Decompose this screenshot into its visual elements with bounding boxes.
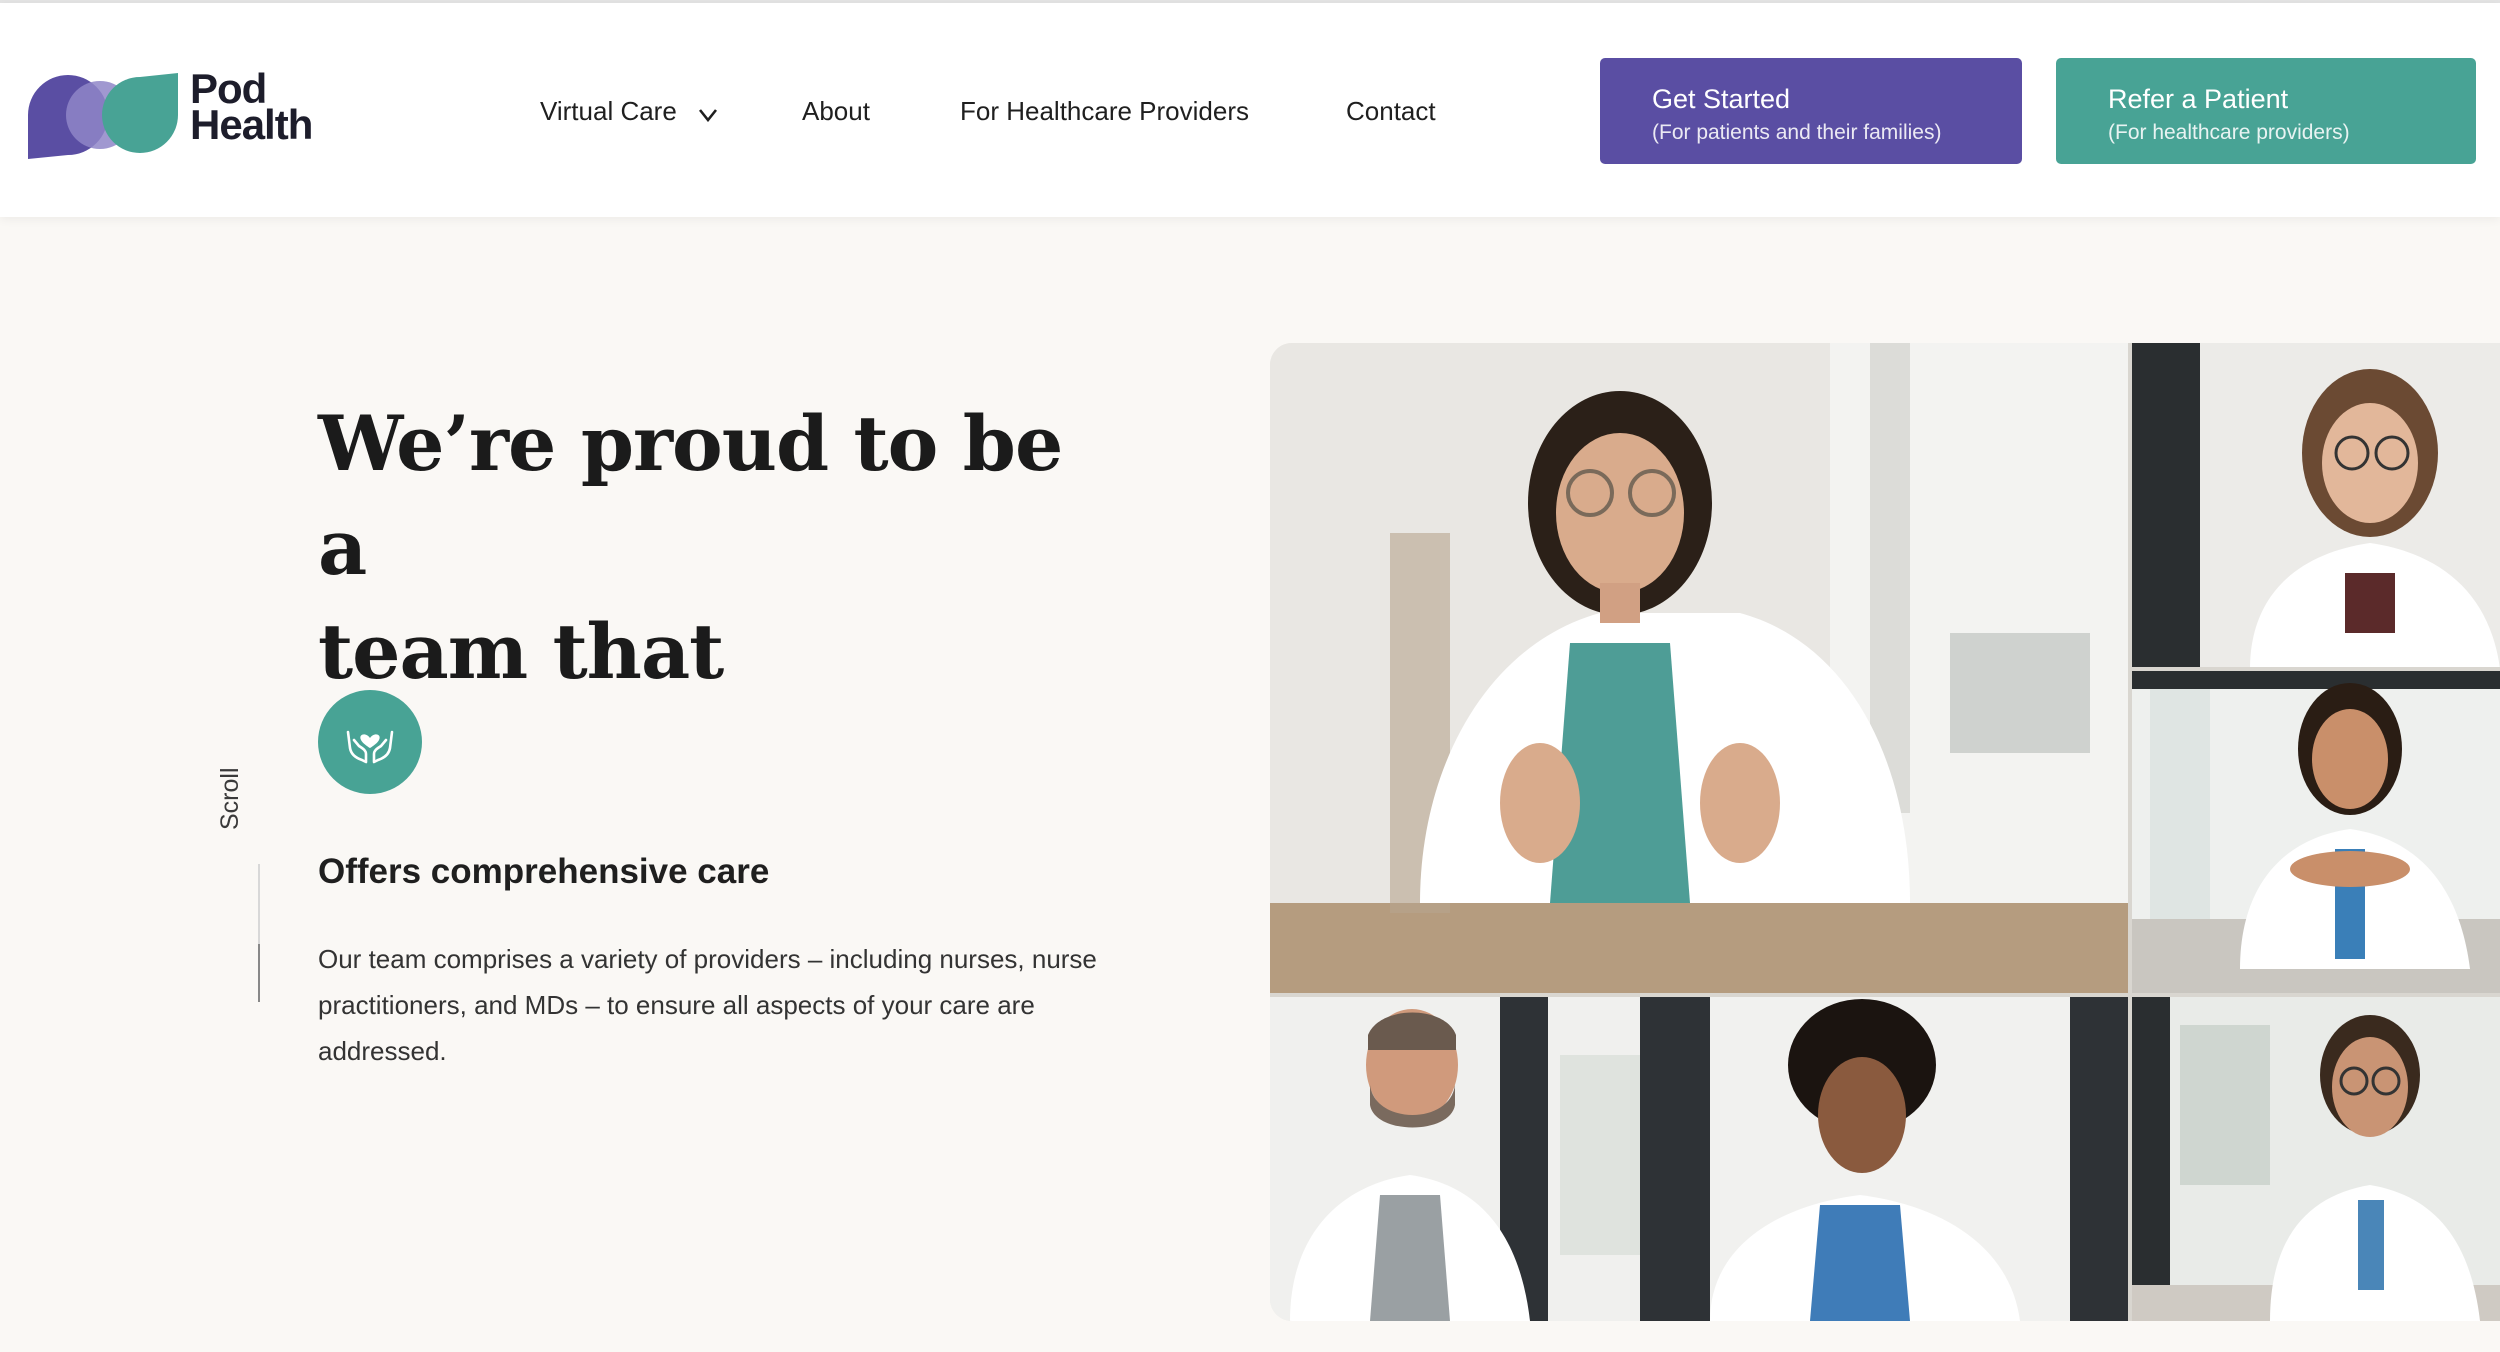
feature-body: Our team comprises a variety of provider…	[318, 944, 1097, 1066]
hands-heart-icon	[346, 730, 394, 764]
photo-doctor-top-right	[2130, 343, 2500, 669]
get-started-subtitle: (For patients and their families)	[1652, 121, 1942, 144]
logo-wordmark: Pod Health	[190, 68, 340, 148]
photo-doctor-bottom-middle	[1640, 995, 2130, 1321]
logo-line-health: Health	[190, 101, 313, 148]
hero-heading-line-1: We’re proud to be a	[318, 399, 1063, 592]
refer-patient-subtitle: (For healthcare providers)	[2108, 121, 2350, 144]
nav-contact[interactable]: Contact	[1346, 96, 1436, 127]
photo-doctor-main	[1270, 343, 2130, 995]
care-feature-badge	[318, 690, 422, 794]
collage-divider	[2128, 343, 2132, 1321]
pod-health-logo[interactable]: Pod Health	[24, 67, 334, 167]
nav-for-healthcare-providers[interactable]: For Healthcare Providers	[960, 96, 1249, 127]
scroll-thumb[interactable]	[258, 944, 260, 1002]
nav-virtual-care-label: Virtual Care	[540, 96, 677, 126]
feature-title: Offers comprehensive care	[318, 852, 770, 891]
chevron-down-icon	[698, 98, 718, 129]
collage-divider	[2130, 667, 2500, 671]
doctor-photo-collage	[1270, 343, 2500, 1321]
nav-virtual-care[interactable]: Virtual Care	[540, 96, 718, 129]
photo-doctor-bottom-left	[1270, 995, 1640, 1321]
hero-heading-line-2: team that	[318, 607, 724, 696]
scroll-label: Scroll	[216, 767, 244, 830]
get-started-title: Get Started	[1652, 84, 1791, 114]
photo-doctor-middle-right	[2130, 669, 2500, 995]
collage-divider	[1270, 993, 2500, 997]
refer-patient-title: Refer a Patient	[2108, 84, 2289, 114]
photo-doctor-bottom-right	[2130, 995, 2500, 1321]
logo-mark-icon	[28, 73, 178, 159]
get-started-button[interactable]: Get Started (For patients and their fami…	[1600, 58, 2022, 164]
refer-patient-button[interactable]: Refer a Patient (For healthcare provider…	[2056, 58, 2476, 164]
hero-heading: We’re proud to be a team that	[318, 392, 1078, 704]
nav-about[interactable]: About	[802, 96, 870, 127]
site-header: Pod Health Virtual Care About For Health…	[0, 3, 2500, 217]
